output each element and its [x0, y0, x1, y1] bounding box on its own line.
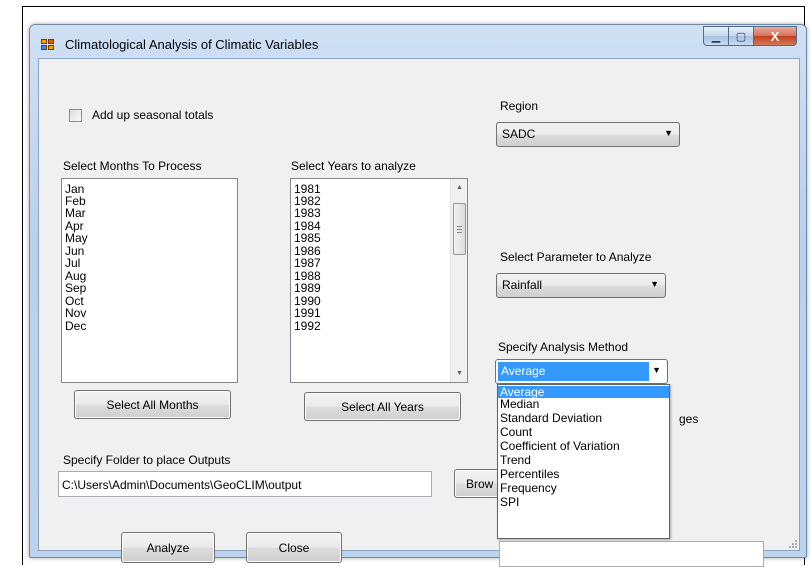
app-icon [41, 39, 55, 51]
title-bar[interactable]: Climatological Analysis of Climatic Vari… [30, 25, 806, 59]
dropdown-option-percentiles[interactable]: Percentiles [498, 468, 669, 480]
dropdown-option-spi[interactable]: SPI [498, 496, 669, 508]
months-label: Select Months To Process [63, 159, 202, 173]
scroll-down-icon[interactable]: ▼ [451, 365, 467, 382]
list-item[interactable]: 1989 [294, 282, 321, 294]
dropdown-option-standard-deviation[interactable]: Standard Deviation [498, 412, 669, 424]
list-item[interactable]: 1991 [294, 307, 321, 319]
years-scrollbar[interactable]: ▲ ▼ [450, 179, 467, 382]
months-listbox[interactable]: Jan Feb Mar Apr May Jun Jul Aug Sep Oct … [61, 178, 238, 383]
seasonal-totals-checkbox[interactable] [69, 109, 82, 122]
region-value: SADC [502, 127, 536, 141]
resize-grip-icon[interactable] [787, 538, 797, 548]
dialog-window: Climatological Analysis of Climatic Vari… [29, 24, 807, 567]
close-button[interactable]: Close [246, 532, 342, 563]
list-item[interactable]: Nov [65, 307, 86, 319]
parameter-value: Rainfall [502, 278, 543, 292]
scroll-up-icon[interactable]: ▲ [451, 179, 467, 196]
parameter-dropdown[interactable]: Rainfall ▼ [496, 273, 666, 298]
list-item[interactable]: Sep [65, 282, 86, 294]
dialog-client-area: Add up seasonal totals Select Months To … [38, 58, 800, 567]
partial-label: ges [679, 412, 699, 426]
method-dropdown[interactable]: Average ▼ [495, 359, 668, 384]
list-item[interactable]: 1985 [294, 232, 321, 244]
dropdown-option-count[interactable]: Count [498, 426, 669, 438]
maximize-button[interactable]: ▢ [729, 26, 754, 46]
region-label: Region [500, 99, 539, 113]
close-icon: X [770, 28, 780, 44]
scroll-thumb[interactable] [453, 203, 466, 255]
dropdown-option-frequency[interactable]: Frequency [498, 482, 669, 494]
method-label: Specify Analysis Method [498, 340, 629, 354]
dropdown-option-coefficient-of-variation[interactable]: Coefficient of Variation [498, 440, 669, 452]
dropdown-option-median[interactable]: Median [498, 398, 669, 410]
extra-input[interactable] [499, 541, 764, 567]
chevron-down-icon: ▼ [652, 365, 661, 375]
list-item[interactable]: 1987 [294, 257, 321, 269]
analyze-button[interactable]: Analyze [121, 532, 215, 563]
close-window-button[interactable]: X [754, 26, 797, 46]
list-item[interactable]: Mar [65, 207, 86, 219]
list-item[interactable]: Dec [65, 320, 86, 332]
parameter-label: Select Parameter to Analyze [500, 250, 652, 264]
window-title: Climatological Analysis of Climatic Vari… [65, 37, 319, 52]
dropdown-option-trend[interactable]: Trend [498, 454, 669, 466]
browse-button[interactable]: Brow [454, 469, 500, 498]
method-value: Average [498, 362, 649, 381]
years-label: Select Years to analyze [291, 159, 416, 173]
years-listbox[interactable]: 1981 1982 1983 1984 1985 1986 1987 1988 … [290, 178, 468, 383]
list-item[interactable]: 1983 [294, 207, 321, 219]
list-item[interactable]: Jul [65, 257, 80, 269]
output-folder-label: Specify Folder to place Outputs [63, 453, 231, 467]
select-all-years-button[interactable]: Select All Years [304, 392, 461, 421]
minimize-icon: ▁ [711, 30, 721, 43]
method-dropdown-list[interactable]: Average Median Standard Deviation Count … [497, 384, 670, 539]
list-item[interactable]: 1992 [294, 320, 321, 332]
region-dropdown[interactable]: SADC ▼ [496, 122, 680, 147]
minimize-button[interactable]: ▁ [703, 26, 729, 46]
caption-buttons: ▁ ▢ X [703, 26, 797, 46]
chevron-down-icon: ▼ [664, 128, 673, 138]
seasonal-totals-label[interactable]: Add up seasonal totals [92, 108, 213, 122]
maximize-icon: ▢ [735, 30, 747, 43]
chevron-down-icon: ▼ [650, 279, 659, 289]
list-item[interactable]: May [65, 232, 88, 244]
select-all-months-button[interactable]: Select All Months [74, 390, 231, 419]
output-path-input[interactable]: C:\Users\Admin\Documents\GeoCLIM\output [58, 471, 432, 497]
